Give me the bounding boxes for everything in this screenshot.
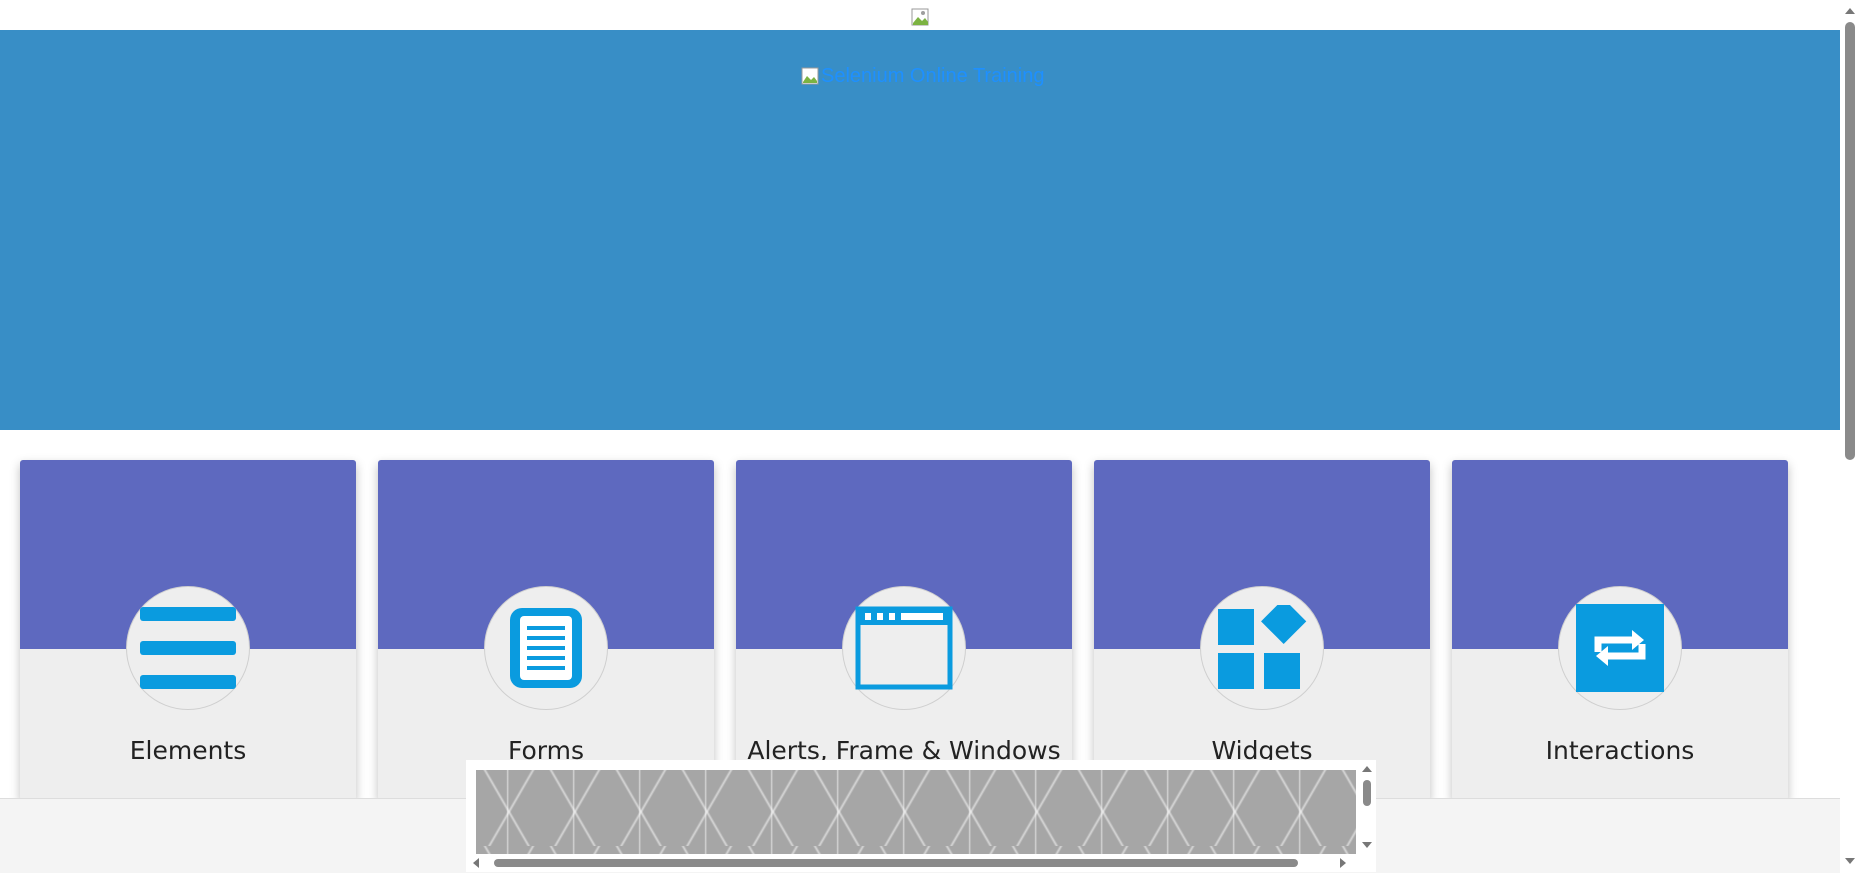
ad-vertical-scrollbar[interactable] — [1358, 760, 1376, 854]
top-broken-image — [911, 8, 931, 28]
scroll-up-arrow-icon[interactable] — [1845, 8, 1855, 14]
ad-iframe[interactable] — [466, 760, 1376, 872]
header-banner: Selenium Online Training — [0, 30, 1840, 430]
ad-scroll-thumb[interactable] — [1363, 780, 1371, 806]
banner-link-text: Selenium Online Training — [821, 65, 1045, 87]
scroll-left-arrow-icon[interactable] — [473, 858, 479, 868]
card-icon-circle — [842, 586, 966, 710]
ad-hscroll-thumb[interactable] — [494, 859, 1298, 867]
card-elements[interactable]: Elements — [20, 460, 356, 800]
elements-list-icon — [140, 607, 236, 689]
card-label: Elements — [129, 736, 247, 765]
card-icon-circle — [1558, 586, 1682, 710]
interactions-arrows-icon — [1576, 604, 1664, 692]
scroll-down-arrow-icon[interactable] — [1362, 842, 1372, 848]
card-forms[interactable]: Forms — [378, 460, 714, 800]
scroll-up-arrow-icon[interactable] — [1362, 766, 1372, 772]
card-icon-circle — [484, 586, 608, 710]
selenium-training-banner-link[interactable]: Selenium Online Training — [801, 64, 1044, 88]
card-icon-circle — [1200, 586, 1324, 710]
card-icon-circle — [126, 586, 250, 710]
broken-image-icon — [801, 67, 819, 85]
browser-window-icon — [855, 606, 953, 690]
category-cards: Elements Forms Alerts, Frame & Windows W… — [20, 460, 1820, 800]
page-vertical-scrollbar[interactable] — [1840, 0, 1860, 872]
forms-document-icon — [510, 608, 582, 688]
broken-image-icon — [911, 8, 929, 26]
widgets-blocks-icon — [1218, 605, 1307, 689]
ad-pattern-banner[interactable] — [476, 770, 1356, 854]
scroll-right-arrow-icon[interactable] — [1340, 858, 1346, 868]
card-interactions[interactable]: Interactions — [1452, 460, 1788, 800]
scroll-down-arrow-icon[interactable] — [1845, 858, 1855, 864]
ad-horizontal-scrollbar[interactable] — [466, 854, 1356, 872]
card-widgets[interactable]: Widgets — [1094, 460, 1430, 800]
card-alerts-frame-windows[interactable]: Alerts, Frame & Windows — [736, 460, 1072, 800]
page-scroll-thumb[interactable] — [1845, 22, 1855, 460]
card-label: Interactions — [1545, 736, 1695, 765]
